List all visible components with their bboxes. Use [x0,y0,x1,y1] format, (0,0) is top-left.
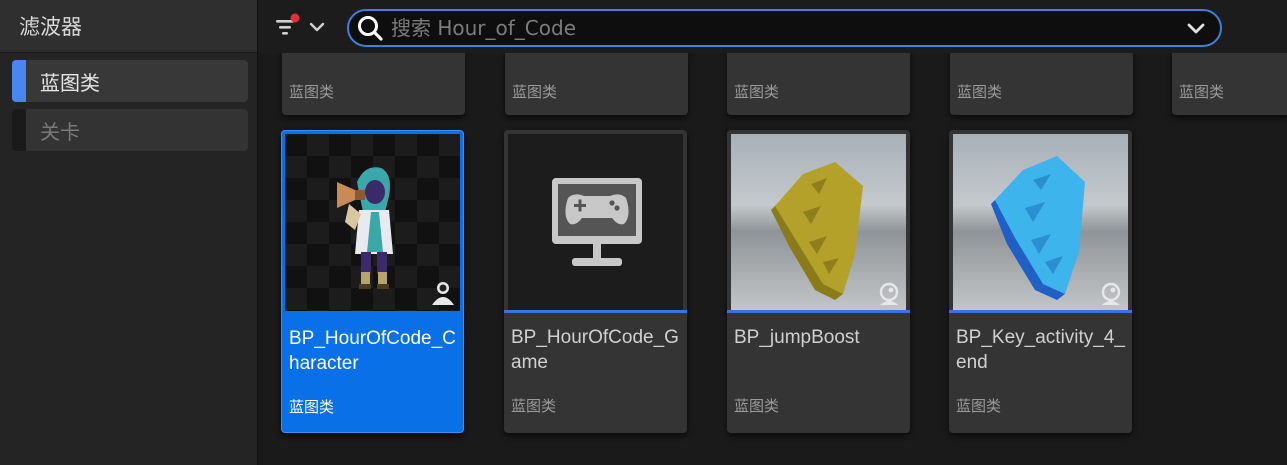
asset-type-accent [949,310,1132,313]
asset-tile[interactable]: 蓝图类 [727,53,910,115]
asset-tile-character[interactable]: BP_HourOfCode_Character 蓝图类 [281,130,464,433]
asset-type-label: 蓝图类 [734,397,780,415]
chevron-down-icon [309,22,325,32]
asset-type-accent [727,310,910,313]
asset-tile[interactable]: 蓝图类 [282,53,465,115]
filter-color-bar [12,109,26,151]
character-icon [432,282,454,305]
search-input[interactable] [385,16,1184,40]
filter-lines-icon [276,13,300,35]
asset-name: BP_jumpBoost [734,327,860,348]
asset-tile-key-activity[interactable]: BP_Key_activity_4_end 蓝图类 [949,130,1132,433]
filter-dropdown-button[interactable] [273,12,333,42]
asset-type-accent [504,310,687,313]
game-mode-thumbnail [508,134,683,311]
asset-name: BP_HourOfCode_Character [289,328,456,374]
asset-tile-jumpboost[interactable]: BP_jumpBoost 蓝图类 [727,130,910,433]
asset-type-label: 蓝图类 [511,397,557,415]
asset-type-label: 蓝图类 [289,83,335,101]
actor-icon [1101,282,1121,305]
asset-type-label: 蓝图类 [734,83,780,101]
jumpboost-thumbnail [731,134,906,311]
asset-name: BP_Key_activity_4_end [956,327,1125,373]
asset-grid: 蓝图类 蓝图类 蓝图类 蓝图类 蓝图类 BP_HourOfCode_Charac… [259,53,1287,465]
filter-item-label: 关卡 [40,119,80,144]
asset-tile[interactable]: 蓝图类 [1172,53,1287,115]
character-thumbnail [285,134,460,311]
toolbar [259,0,1287,53]
search-icon [358,16,383,41]
filter-item-label: 蓝图类 [40,70,100,95]
filter-item-level[interactable]: 关卡 [12,109,248,151]
filter-item-blueprint-class[interactable]: 蓝图类 [12,60,248,102]
asset-type-label: 蓝图类 [957,83,1003,101]
asset-tile-game[interactable]: BP_HourOfCode_Game 蓝图类 [504,130,687,433]
actor-icon [879,282,899,305]
asset-type-label: 蓝图类 [289,398,335,416]
key-activity-thumbnail [953,134,1128,311]
asset-name: BP_HourOfCode_Game [511,327,679,373]
filter-panel-title: 滤波器 [0,0,257,53]
gamepad-monitor-icon [552,178,642,266]
filter-color-bar [12,60,26,102]
filter-panel: 滤波器 蓝图类 关卡 [0,0,258,465]
chevron-down-icon[interactable] [1184,16,1208,40]
search-bar[interactable] [347,9,1222,47]
asset-type-label: 蓝图类 [512,83,558,101]
asset-tile[interactable]: 蓝图类 [505,53,688,115]
asset-tile[interactable]: 蓝图类 [950,53,1133,115]
asset-type-label: 蓝图类 [956,397,1002,415]
asset-type-label: 蓝图类 [1179,83,1225,101]
